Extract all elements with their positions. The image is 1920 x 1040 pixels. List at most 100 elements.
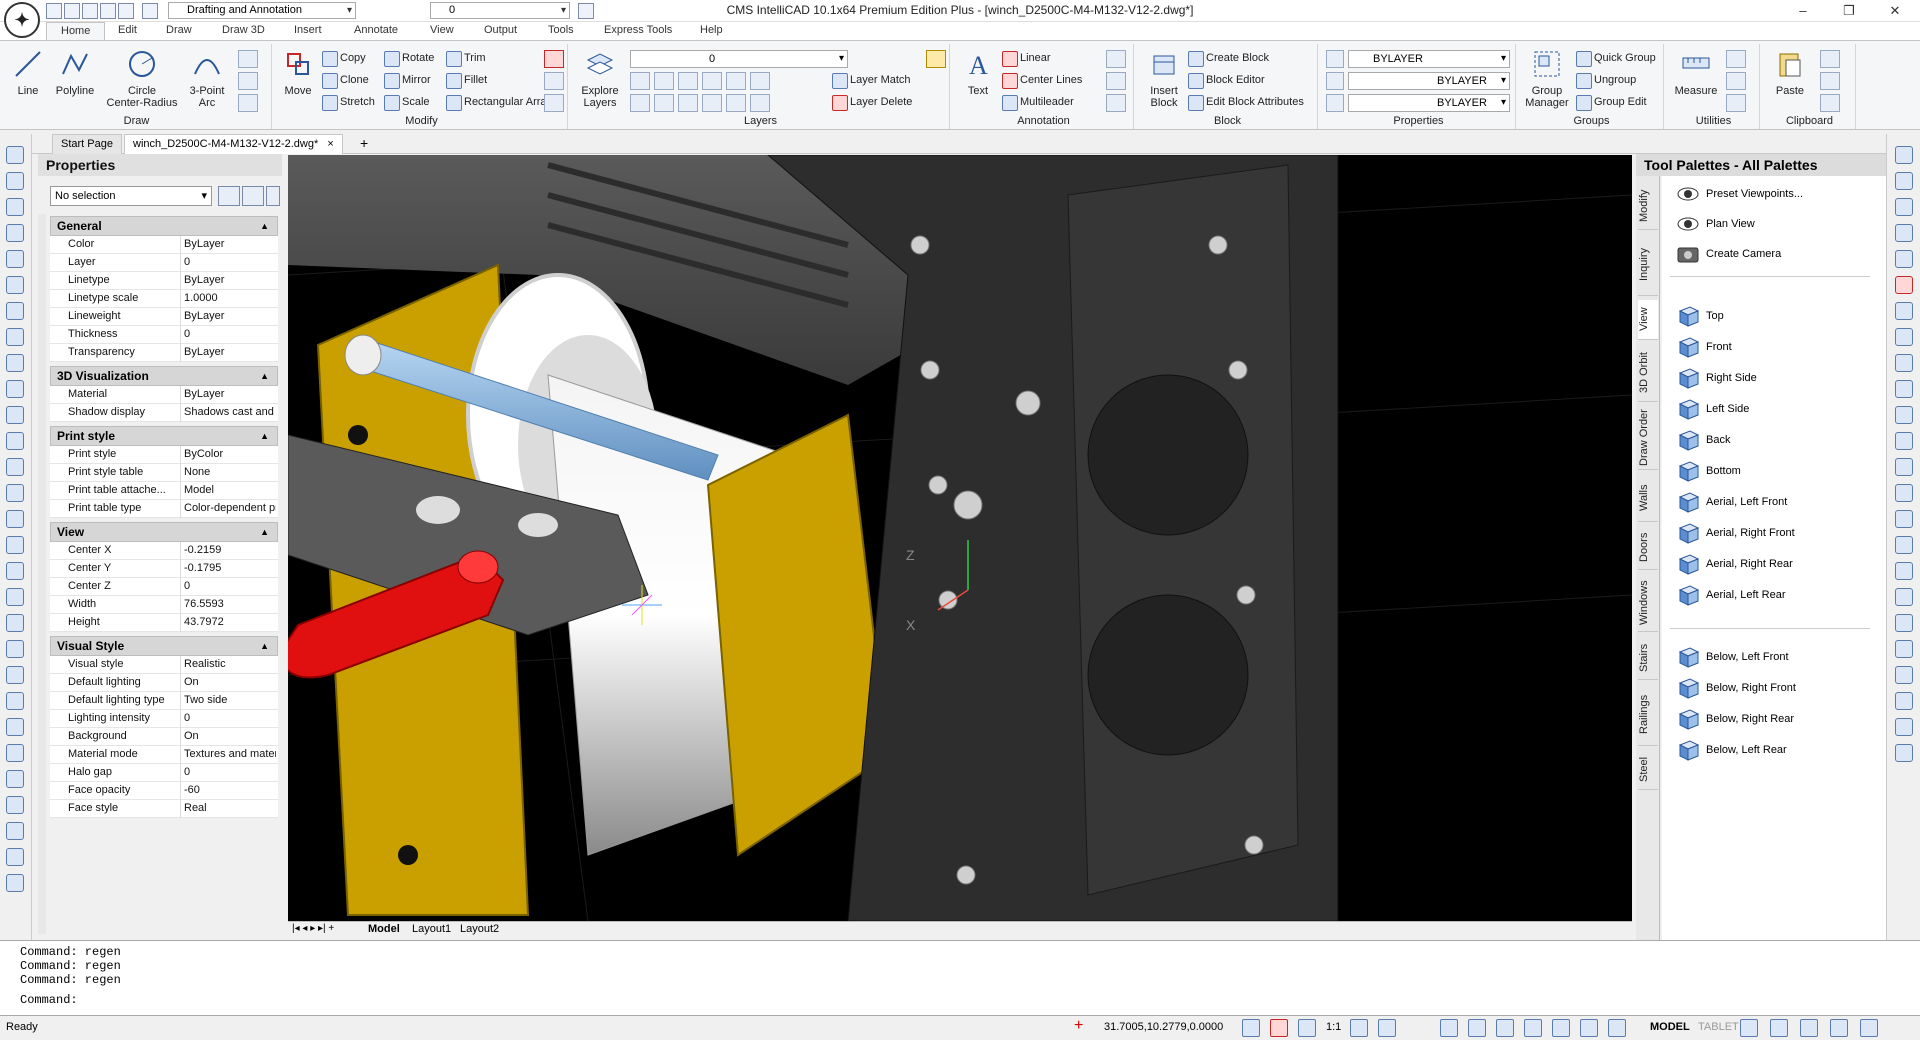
property-value[interactable]: ByLayer [184,310,276,322]
palette-item-below-right-rear[interactable]: Below, Right Rear [1672,705,1794,733]
workspace-icon[interactable] [1800,1019,1818,1037]
color-wheel-icon[interactable] [1326,50,1344,68]
property-value[interactable]: 0 [184,328,276,340]
palette-item-below-right-front[interactable]: Below, Right Front [1672,674,1796,702]
property-value[interactable]: 76.5593 [184,598,276,610]
property-row[interactable]: Width 76.5593 [50,596,278,614]
property-value[interactable]: ByLayer [184,238,276,250]
annotation-visibility-icon[interactable] [1350,1019,1368,1037]
etrack-icon[interactable] [1524,1019,1542,1037]
property-value[interactable]: Realistic [184,658,276,670]
cut-icon[interactable] [1820,50,1840,68]
properties-section-header[interactable]: View [50,522,278,542]
lineweight-dropdown[interactable]: BYLAYER [1348,94,1510,112]
start-page-tab[interactable]: Start Page [52,134,122,154]
property-row[interactable]: Layer 0 [50,254,278,272]
splinedit-tool-icon[interactable] [1895,666,1913,684]
palette-tab-3d-orbit[interactable]: 3D Orbit [1638,344,1658,402]
layer-tool-6-icon[interactable] [750,72,770,90]
model-tab[interactable]: Model [368,923,400,935]
auto-scale-icon[interactable] [1378,1019,1396,1037]
palette-tab-view[interactable]: View [1638,300,1658,340]
status-menu-icon[interactable] [1830,1019,1848,1037]
tab-annotate[interactable]: Annotate [354,24,398,36]
property-value[interactable]: ByLayer [184,388,276,400]
palette-item-aerial-right-rear[interactable]: Aerial, Right Rear [1672,550,1793,578]
palette-tab-inquiry[interactable]: Inquiry [1638,234,1658,296]
polyline-tool-icon[interactable] [6,198,24,216]
coordinate-readout[interactable]: 31.7005,10.2779,0.0000 [1104,1021,1223,1033]
property-row[interactable]: Print style ByColor [50,446,278,464]
palette-item-top[interactable]: Top [1672,302,1724,330]
group-edit-button[interactable]: Group Edit [1576,94,1647,112]
palette-item-aerial-left-rear[interactable]: Aerial, Left Rear [1672,581,1785,609]
boundary-tool-icon[interactable] [6,458,24,476]
property-row[interactable]: Visual style Realistic [50,656,278,674]
property-value[interactable]: -0.1795 [184,562,276,574]
pedit-tool-icon[interactable] [1895,640,1913,658]
palette-tab-steel[interactable]: Steel [1638,750,1658,790]
rotate-button[interactable]: Rotate [384,50,434,68]
measure-button[interactable]: Measure [1672,48,1720,97]
palette-tab-railings[interactable]: Railings [1638,684,1658,746]
property-row[interactable]: Linetype ByLayer [50,272,278,290]
tab-view[interactable]: View [430,24,454,36]
property-value[interactable]: ByLayer [184,346,276,358]
property-value[interactable]: -60 [184,784,276,796]
close-window-button[interactable]: ✕ [1872,0,1918,22]
quick-select-filter-icon[interactable] [266,186,280,206]
property-row[interactable]: Shadow display Shadows cast and ... [50,404,278,422]
property-value[interactable]: Color-dependent pr... [184,502,276,514]
create-block-button[interactable]: Create Block [1188,50,1269,68]
arc-tool-icon[interactable] [6,302,24,320]
properties-section-header[interactable]: Visual Style [50,636,278,656]
tab-draw[interactable]: Draw [166,24,192,36]
check-icon[interactable] [1726,94,1746,112]
property-row[interactable]: Thickness 0 [50,326,278,344]
close-tab-icon[interactable]: × [327,138,333,150]
property-row[interactable]: Material mode Textures and mater... [50,746,278,764]
palette-item-below-left-rear[interactable]: Below, Left Rear [1672,736,1787,764]
layer-tool-12-icon[interactable] [750,94,770,112]
property-row[interactable]: Height 43.7972 [50,614,278,632]
linear-button[interactable]: Linear [1002,50,1051,68]
property-value[interactable]: Shadows cast and ... [184,406,276,418]
wipeout-tool-icon[interactable] [6,536,24,554]
property-row[interactable]: Material ByLayer [50,386,278,404]
layer-tool-3-icon[interactable] [678,72,698,90]
layer-tool-5-icon[interactable] [726,72,746,90]
add-tab-button[interactable]: + [352,134,376,154]
multileader-button[interactable]: Multileader [1002,94,1074,112]
layer-delete-button[interactable]: Layer Delete [832,94,912,112]
property-row[interactable]: Background On [50,728,278,746]
lweight-icon[interactable] [1552,1019,1570,1037]
tab-edit[interactable]: Edit [118,24,137,36]
erase-tool-icon[interactable] [1895,276,1913,294]
palette-tab-stairs[interactable]: Stairs [1638,636,1658,680]
line-button[interactable]: Line [8,48,48,97]
block-editor-button[interactable]: Block Editor [1188,72,1265,90]
property-row[interactable]: Print table attache... Model [50,482,278,500]
property-value[interactable]: 0 [184,580,276,592]
zoom-in-icon[interactable] [6,692,24,710]
layer-tool-1-icon[interactable] [630,72,650,90]
tab-draw-3d[interactable]: Draw 3D [222,24,265,36]
property-value[interactable]: 0 [184,766,276,778]
property-value[interactable]: Real [184,802,276,814]
property-row[interactable]: Face opacity -60 [50,782,278,800]
palette-item-aerial-left-front[interactable]: Aerial, Left Front [1672,488,1787,516]
property-row[interactable]: Color ByLayer [50,236,278,254]
circle-button[interactable]: Circle Center-Radius [102,48,182,109]
region-tool-icon[interactable] [6,432,24,450]
property-row[interactable]: Halo gap 0 [50,764,278,782]
mirror-tool-icon[interactable] [1895,250,1913,268]
properties-tool-icon[interactable] [1895,718,1913,736]
scale-readout[interactable]: 1:1 [1326,1021,1341,1033]
hatch-icon[interactable] [238,94,258,112]
clean-screen-icon[interactable] [1770,1019,1788,1037]
layout1-tab[interactable]: Layout1 [412,923,451,935]
property-row[interactable]: Print style table None [50,464,278,482]
array-tool-icon[interactable] [1895,328,1913,346]
insert-block-button[interactable]: Insert Block [1142,48,1186,109]
undo-tool-icon[interactable] [1895,302,1913,320]
